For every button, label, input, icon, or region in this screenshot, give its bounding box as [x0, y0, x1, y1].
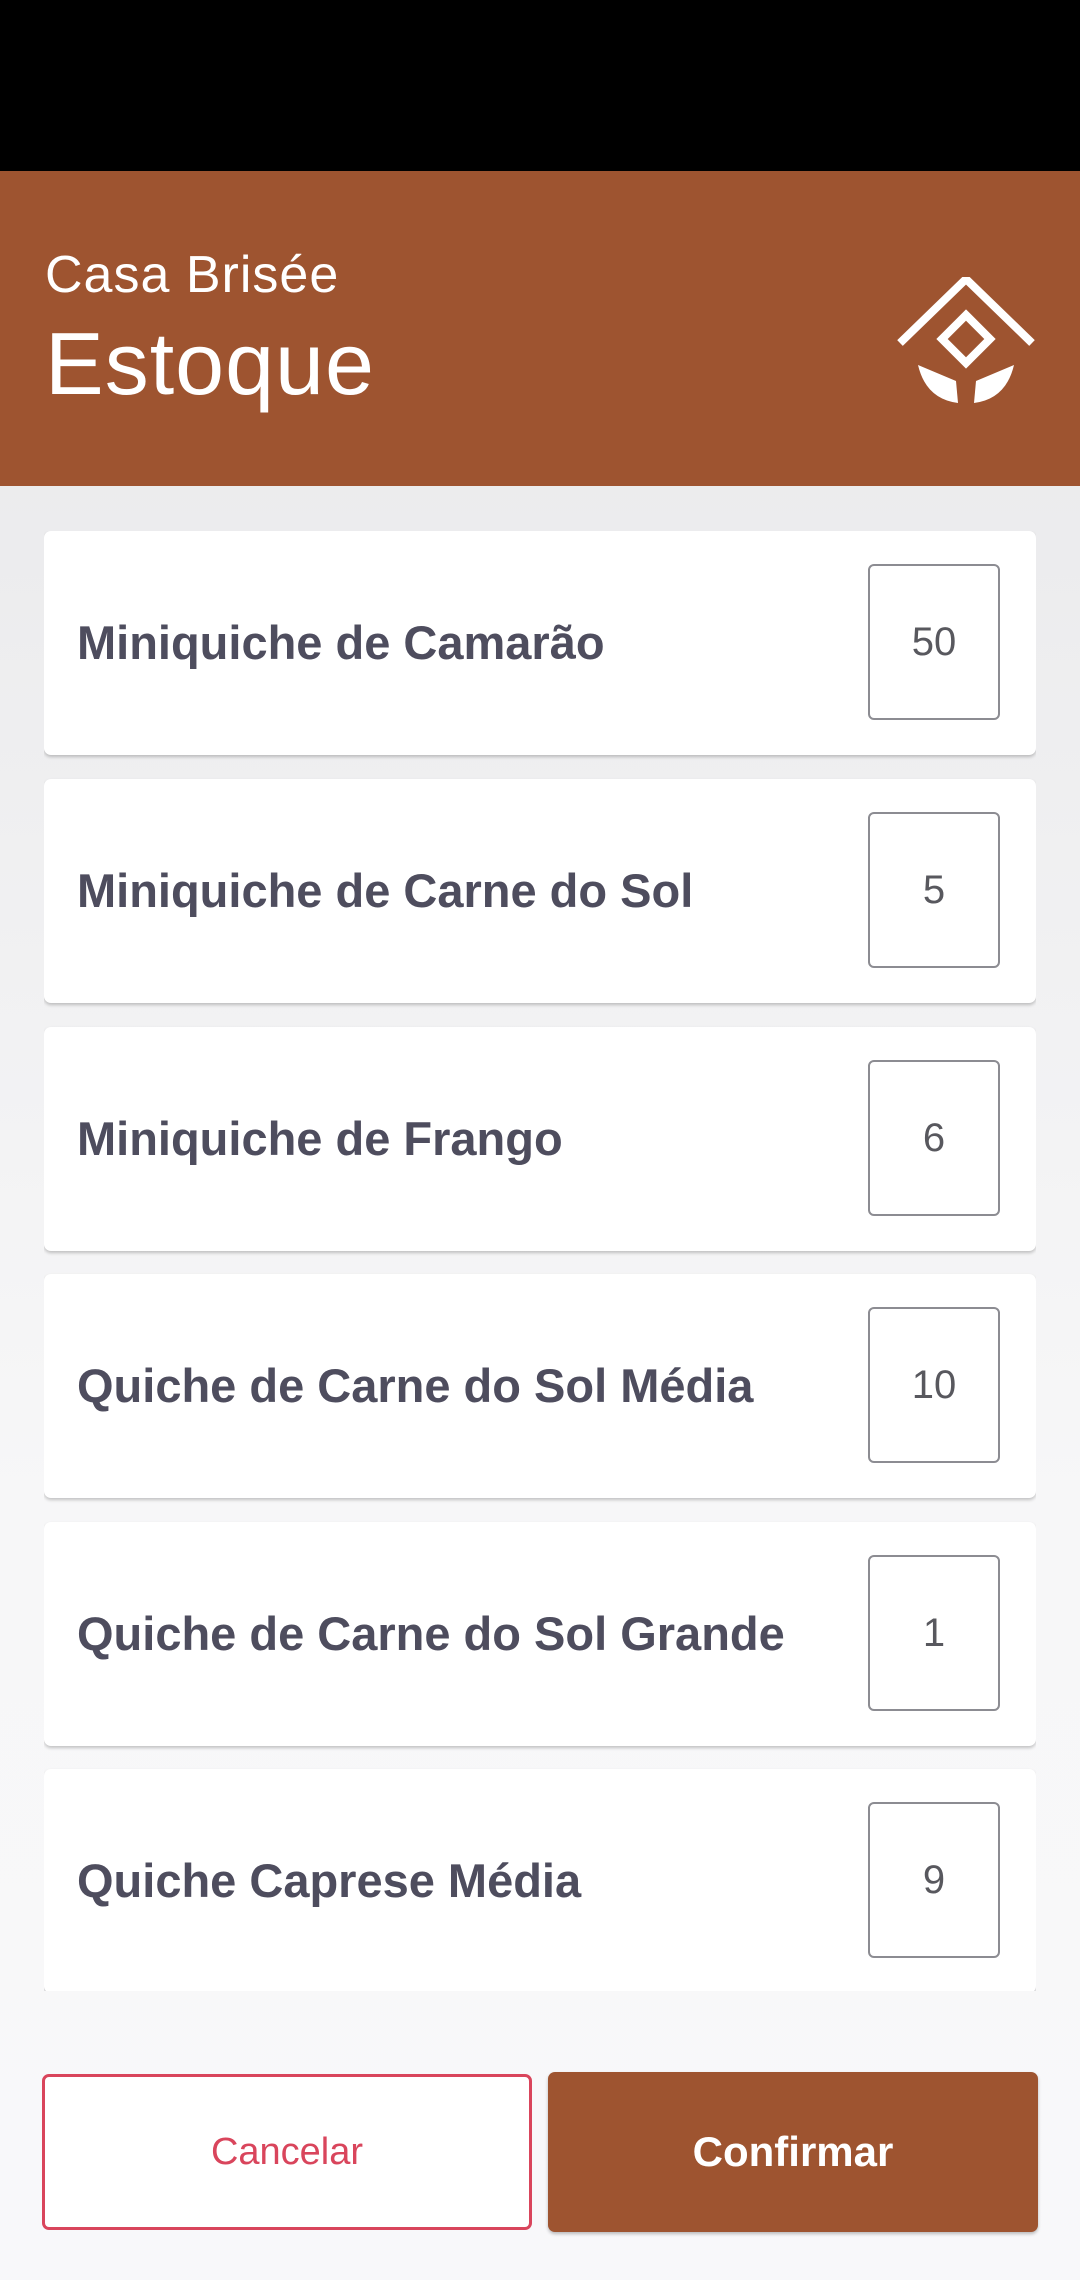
- brand-name: Casa Brisée: [45, 246, 340, 304]
- list-item: Miniquiche de Carne do Sol 5: [44, 779, 1036, 1003]
- quantity-input[interactable]: 10: [868, 1307, 1000, 1463]
- house-diamond-logo-icon: [897, 277, 1035, 403]
- item-name: Quiche de Carne do Sol Grande: [77, 1607, 785, 1660]
- list-item: Quiche Caprese Média 9: [44, 1769, 1036, 1991]
- quantity-input[interactable]: 6: [868, 1060, 1000, 1216]
- list-item: Quiche de Carne do Sol Grande 1: [44, 1522, 1036, 1746]
- list-item: Miniquiche de Camarão 50: [44, 531, 1036, 755]
- item-name: Miniquiche de Carne do Sol: [77, 864, 694, 917]
- confirm-button[interactable]: Confirmar: [548, 2072, 1038, 2232]
- list-item: Miniquiche de Frango 6: [44, 1027, 1036, 1251]
- quantity-input[interactable]: 9: [868, 1802, 1000, 1958]
- quantity-input[interactable]: 5: [868, 812, 1000, 968]
- quantity-input[interactable]: 50: [868, 564, 1000, 720]
- list-item: Quiche de Carne do Sol Média 10: [44, 1274, 1036, 1498]
- item-name: Quiche de Carne do Sol Média: [77, 1359, 754, 1412]
- item-name: Miniquiche de Frango: [77, 1112, 563, 1165]
- app-header: Casa Brisée Estoque: [0, 171, 1080, 486]
- inventory-list: Miniquiche de Camarão 50 Miniquiche de C…: [44, 531, 1036, 1991]
- page-title: Estoque: [45, 314, 375, 413]
- cancel-button[interactable]: Cancelar: [42, 2074, 532, 2230]
- item-name: Miniquiche de Camarão: [77, 616, 605, 669]
- quantity-input[interactable]: 1: [868, 1555, 1000, 1711]
- status-bar: [0, 0, 1080, 171]
- item-name: Quiche Caprese Média: [77, 1854, 582, 1907]
